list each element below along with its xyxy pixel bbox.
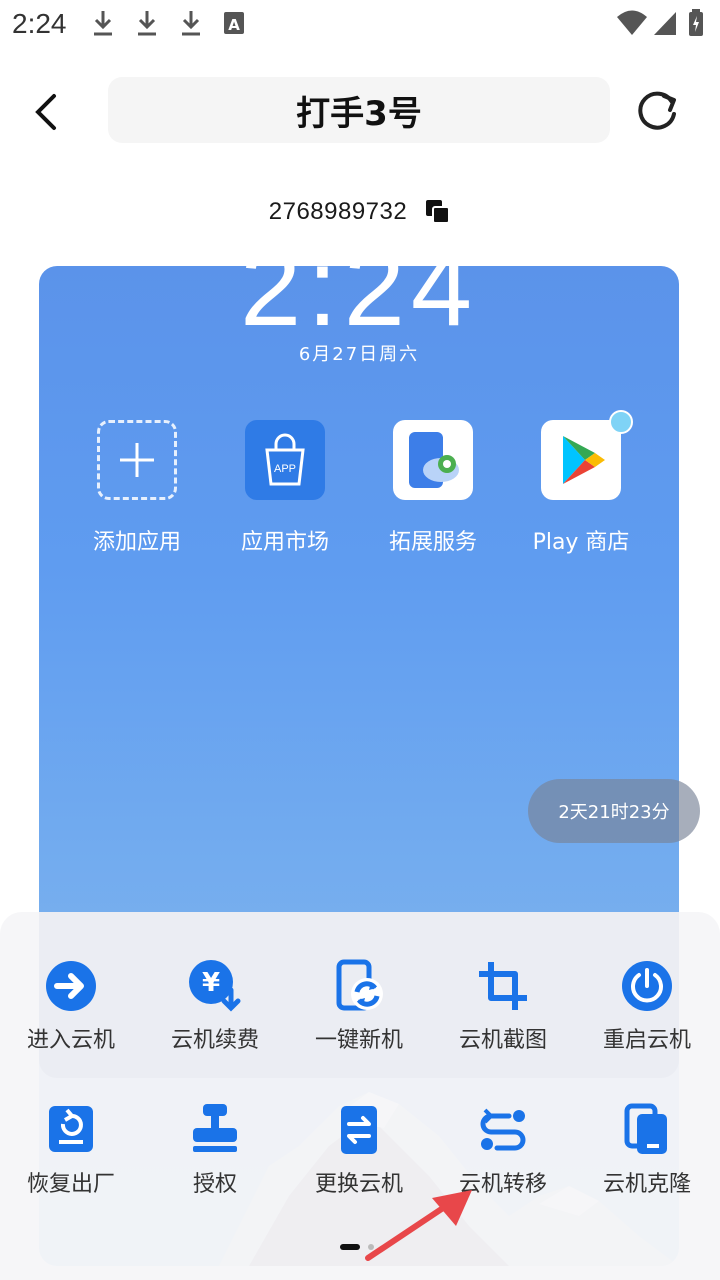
action-label: 重启云机 (602, 1028, 691, 1053)
phone-refresh-icon (331, 958, 387, 1014)
status-time: 2:24 (12, 8, 67, 39)
page-title: 打手3号 (296, 93, 422, 134)
chevron-left-icon (35, 94, 56, 130)
clone-cloud-phone-button[interactable]: 云机克隆 (577, 1102, 717, 1198)
preview-clock: 2:24 (239, 266, 479, 349)
play-store-icon (541, 410, 633, 500)
refresh-icon (638, 91, 676, 130)
svg-text:¥: ¥ (202, 968, 220, 998)
change-cloud-phone-button[interactable]: 更换云机 (289, 1102, 429, 1198)
yuan-renew-icon: ¥ (187, 958, 243, 1014)
notification-dot (609, 410, 633, 434)
clone-icon (619, 1102, 675, 1158)
transfer-cloud-phone-button[interactable]: 云机转移 (433, 1102, 573, 1198)
download-icon (94, 11, 112, 36)
page-dot-active (340, 1244, 360, 1250)
authorize-button[interactable]: 授权 (145, 1102, 285, 1198)
extension-service-icon (393, 420, 473, 500)
remaining-time-badge: 2天21时23分 (528, 779, 700, 843)
app-play-store[interactable]: Play 商店 (506, 410, 656, 556)
app-extension-service[interactable]: 拓展服务 (358, 420, 508, 556)
status-bar: 2:24 A (0, 0, 720, 50)
app-market-icon: APP (245, 420, 325, 500)
device-id: 2768989732 (268, 198, 408, 225)
notification-a-icon: A (224, 12, 244, 34)
device-id-row: 2768989732 (0, 192, 720, 232)
crop-icon (475, 958, 531, 1014)
transfer-icon (475, 1102, 531, 1158)
action-label: 恢复出厂 (26, 1172, 115, 1197)
enter-cloud-phone-button[interactable]: 进入云机 (1, 958, 141, 1054)
app-label: 添加应用 (92, 530, 181, 555)
app-add-app[interactable]: 添加应用 (62, 420, 212, 556)
preview-date: 6月27日周六 (298, 344, 420, 365)
back-button[interactable] (24, 86, 68, 138)
wifi-icon (617, 10, 647, 35)
power-icon (619, 958, 675, 1014)
factory-reset-icon (43, 1102, 99, 1158)
action-label: 云机截图 (458, 1028, 547, 1053)
svg-text:A: A (228, 16, 240, 34)
app-market[interactable]: APP 应用市场 (210, 420, 360, 556)
action-label: 授权 (192, 1172, 237, 1197)
action-label: 云机续费 (170, 1028, 259, 1053)
restart-button[interactable]: 重启云机 (577, 958, 717, 1054)
enter-arrow-icon (43, 958, 99, 1014)
app-label: 应用市场 (240, 530, 329, 555)
one-click-new-phone-button[interactable]: 一键新机 (289, 958, 429, 1054)
annotation-arrow-icon (365, 1190, 472, 1261)
cell-signal-icon (654, 12, 676, 35)
action-label: 进入云机 (26, 1028, 115, 1053)
app-label: 拓展服务 (388, 530, 477, 555)
svg-text:APP: APP (274, 463, 296, 475)
stamp-icon (187, 1102, 243, 1158)
add-app-icon (97, 420, 177, 500)
title-box: 打手3号 (108, 77, 610, 143)
refresh-button[interactable] (634, 88, 682, 136)
phone-swap-icon (331, 1102, 387, 1158)
app-label: Play 商店 (532, 530, 630, 555)
screenshot-button[interactable]: 云机截图 (433, 958, 573, 1054)
copy-icon[interactable] (425, 199, 451, 225)
download-icon (182, 11, 200, 36)
battery-icon (689, 9, 703, 36)
download-icon (138, 11, 156, 36)
factory-reset-button[interactable]: 恢复出厂 (1, 1102, 141, 1198)
action-label: 云机克隆 (602, 1172, 691, 1197)
action-label: 一键新机 (314, 1028, 403, 1053)
renew-button[interactable]: ¥ 云机续费 (145, 958, 285, 1054)
